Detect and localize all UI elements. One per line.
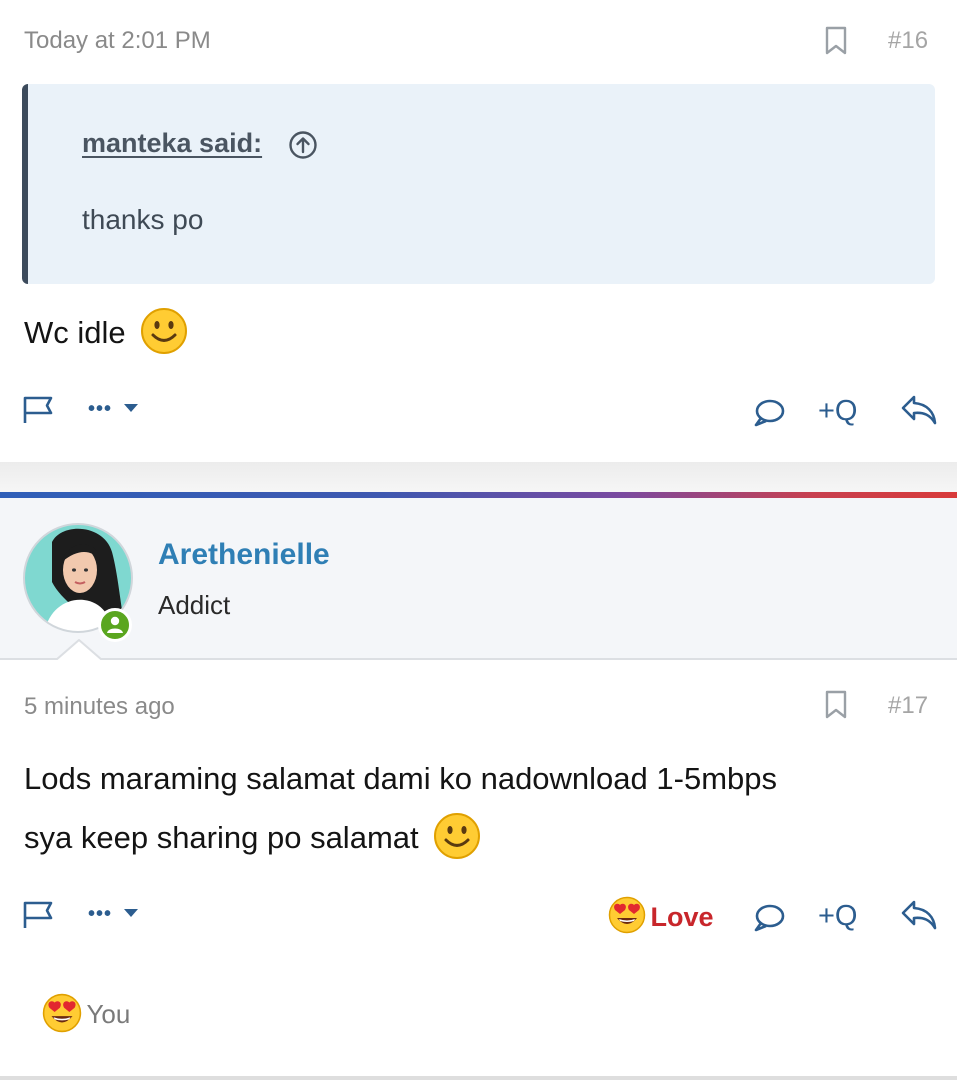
quote-author-link[interactable]: manteka said: bbox=[82, 128, 262, 159]
more-options-label: ••• bbox=[88, 903, 113, 925]
reactions-by-label: You bbox=[86, 999, 131, 1029]
reactions-summary[interactable]: You bbox=[42, 993, 130, 1033]
smile-emoji bbox=[141, 308, 188, 354]
caret-down-icon bbox=[123, 909, 138, 917]
username-link[interactable]: Arethenielle bbox=[158, 538, 330, 572]
user-info-bar: Arethenielle Addict bbox=[0, 498, 957, 660]
comment-icon[interactable] bbox=[752, 903, 786, 933]
post17-message-line1: Lods maraming salamat dami ko nadownload… bbox=[24, 761, 778, 796]
online-status-icon bbox=[98, 608, 132, 642]
post17-timestamp[interactable]: 5 minutes ago bbox=[24, 693, 175, 721]
bottom-border bbox=[0, 1076, 957, 1080]
flag-icon[interactable] bbox=[22, 900, 56, 930]
reply-icon[interactable] bbox=[900, 898, 938, 932]
more-options-button[interactable]: ••• bbox=[88, 903, 139, 926]
post-separator bbox=[0, 462, 957, 492]
user-bar-pointer bbox=[56, 639, 102, 663]
post16-number[interactable]: #16 bbox=[888, 27, 928, 55]
love-reaction-label: Love bbox=[650, 902, 714, 932]
post17-message: Lods maraming salamat dami ko nadownload… bbox=[24, 749, 934, 867]
post17-message-line2-wrap: sya keep sharing po salamat bbox=[24, 808, 934, 867]
quote-block: manteka said: thanks po bbox=[22, 84, 935, 284]
bookmark-icon[interactable] bbox=[824, 690, 848, 720]
flag-icon[interactable] bbox=[22, 395, 56, 425]
arrow-up-circle-icon[interactable] bbox=[288, 130, 318, 160]
multiquote-button[interactable]: +Q bbox=[818, 900, 858, 933]
user-title: Addict bbox=[158, 590, 231, 620]
quote-text: thanks po bbox=[82, 204, 204, 235]
post16-message-text: Wc idle bbox=[24, 315, 126, 350]
more-options-button[interactable]: ••• bbox=[88, 398, 139, 421]
post16-timestamp[interactable]: Today at 2:01 PM bbox=[24, 27, 211, 55]
love-reaction-button[interactable]: Love bbox=[608, 896, 713, 934]
heart-eyes-emoji bbox=[608, 896, 646, 934]
post17-message-line2: sya keep sharing po salamat bbox=[24, 820, 419, 855]
heart-eyes-emoji bbox=[42, 993, 82, 1033]
more-options-label: ••• bbox=[88, 398, 113, 420]
smile-emoji bbox=[434, 813, 481, 859]
reply-icon[interactable] bbox=[900, 393, 938, 427]
post16-message: Wc idle bbox=[24, 303, 188, 362]
comment-icon[interactable] bbox=[752, 398, 786, 428]
post17-number[interactable]: #17 bbox=[888, 692, 928, 720]
multiquote-button[interactable]: +Q bbox=[818, 395, 858, 428]
caret-down-icon bbox=[123, 404, 138, 412]
bookmark-icon[interactable] bbox=[824, 26, 848, 56]
